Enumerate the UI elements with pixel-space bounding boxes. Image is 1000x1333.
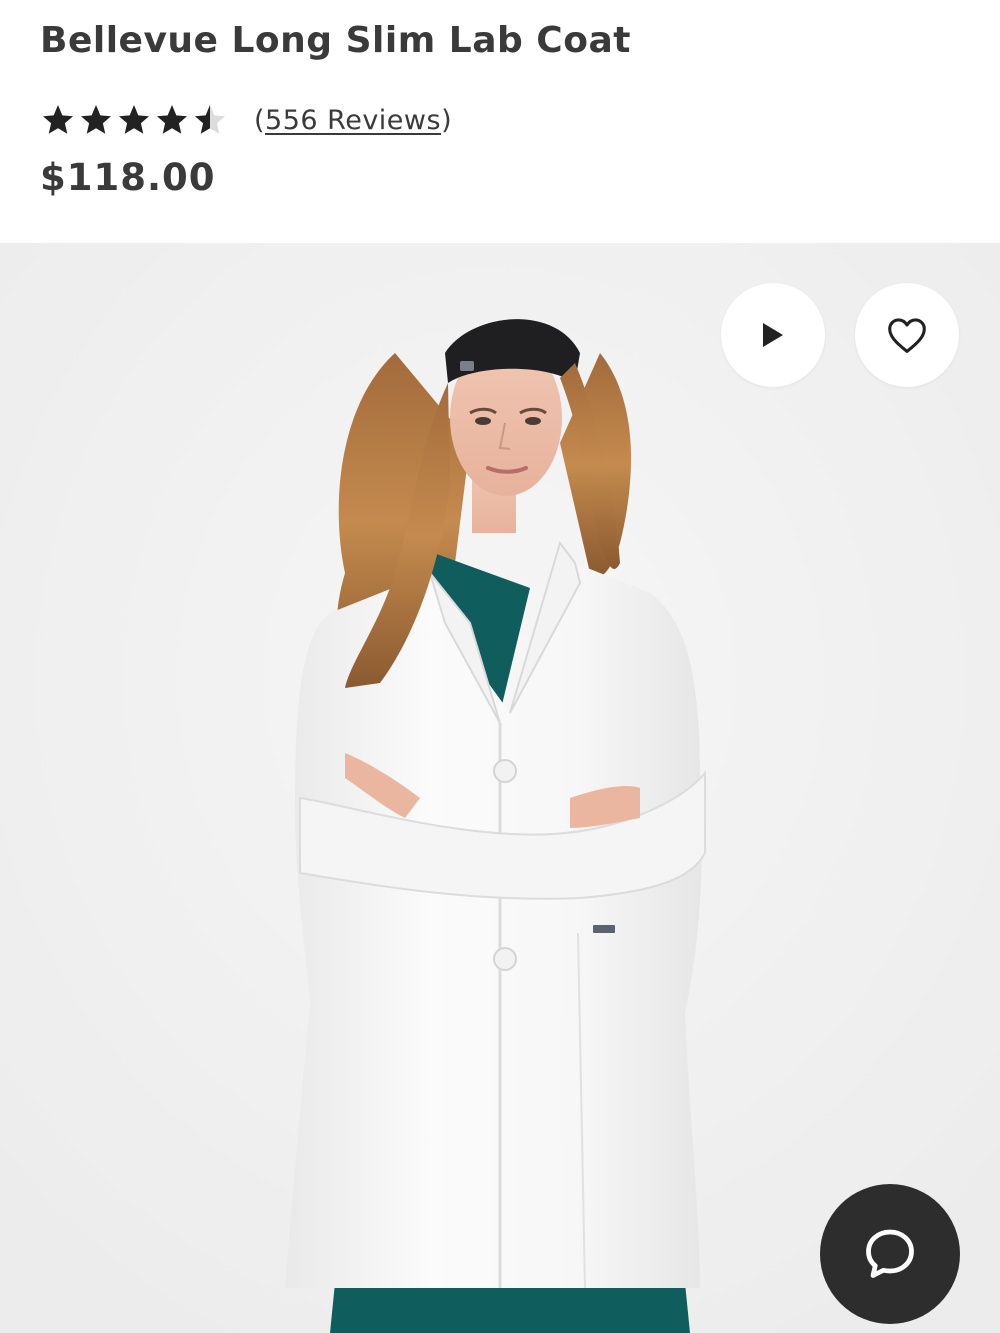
product-image-gallery[interactable] [0,243,1000,1333]
star-rating [40,102,228,138]
product-title: Bellevue Long Slim Lab Coat [40,20,631,61]
star-icon [119,105,149,134]
star-half-icon [195,105,225,134]
star-icon [157,105,187,134]
favorite-button[interactable] [855,283,959,387]
heart-icon [888,318,926,353]
play-video-button[interactable] [721,283,825,387]
chat-bubble-icon [866,1229,914,1278]
product-rating[interactable]: (556 Reviews) [40,98,452,142]
reviews-link[interactable]: 556 Reviews [265,105,441,136]
product-header: Bellevue Long Slim Lab Coat (556 Reviews… [0,0,1000,243]
product-price: $118.00 [40,156,216,199]
play-icon [763,323,783,347]
reviews-count[interactable]: (556 Reviews) [254,105,452,136]
model-wearing-lab-coat-image [0,243,1000,1333]
star-icon [81,105,111,134]
star-icon [43,105,73,134]
chat-button[interactable] [820,1184,960,1324]
